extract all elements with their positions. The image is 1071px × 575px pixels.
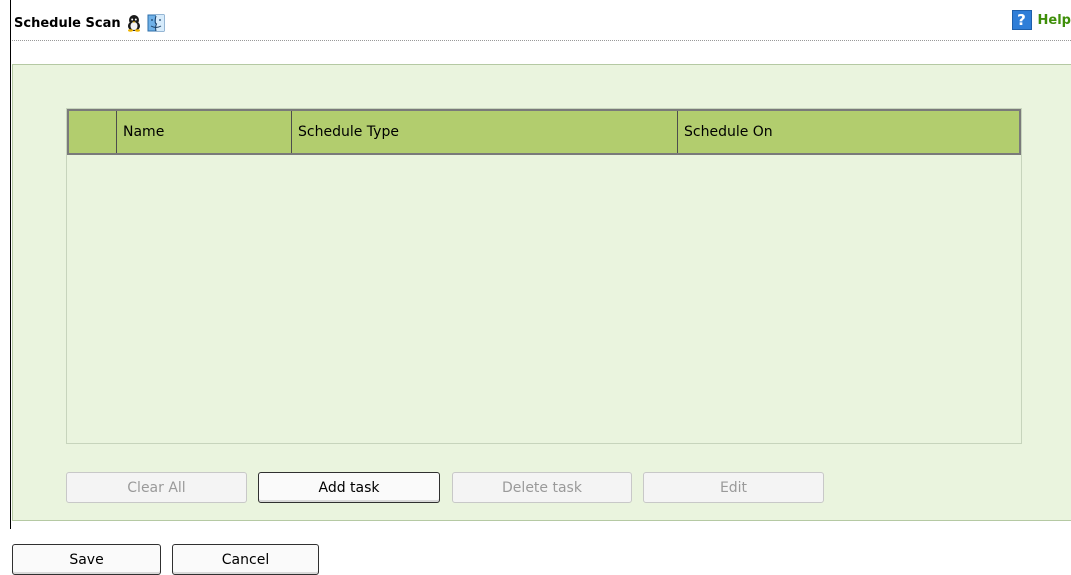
page-header: Schedule Scan ? Help — [12, 8, 1071, 48]
page-title: Schedule Scan — [14, 14, 165, 32]
cancel-button[interactable]: Cancel — [172, 544, 319, 575]
page-title-text: Schedule Scan — [14, 15, 121, 31]
question-mark-icon: ? — [1011, 10, 1032, 30]
table-header-row: Name Schedule Type Schedule On — [67, 109, 1021, 155]
add-task-button[interactable]: Add task — [258, 472, 440, 503]
column-header-select[interactable] — [69, 111, 117, 153]
mac-finder-icon — [147, 14, 165, 32]
edit-button[interactable]: Edit — [643, 472, 824, 503]
help-link[interactable]: ? Help — [1011, 10, 1071, 30]
column-header-schedule-type[interactable]: Schedule Type — [292, 111, 678, 153]
header-divider — [12, 40, 1071, 41]
save-button[interactable]: Save — [12, 544, 161, 575]
delete-task-button[interactable]: Delete task — [452, 472, 632, 503]
column-header-name[interactable]: Name — [117, 111, 292, 153]
schedule-table: Name Schedule Type Schedule On — [66, 108, 1022, 444]
schedule-panel: Name Schedule Type Schedule On Clear All… — [12, 64, 1071, 521]
clear-all-button[interactable]: Clear All — [66, 472, 247, 503]
help-label: Help — [1037, 12, 1071, 28]
linux-penguin-icon — [125, 14, 143, 32]
column-header-schedule-on[interactable]: Schedule On — [678, 111, 1019, 153]
